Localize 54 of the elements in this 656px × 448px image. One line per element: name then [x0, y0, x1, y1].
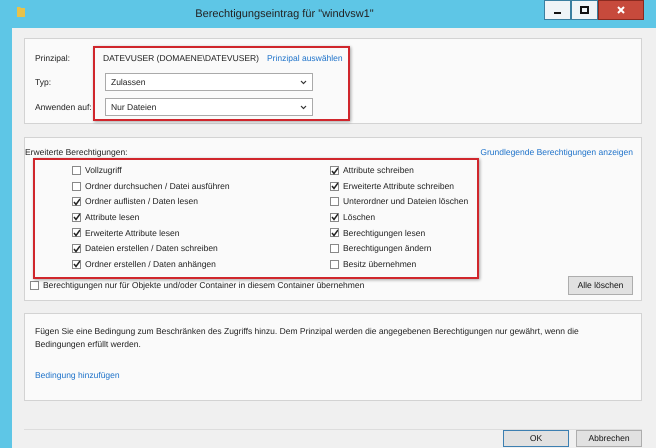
cancel-button[interactable]: Abbrechen	[576, 430, 642, 447]
add-condition-link[interactable]: Bedingung hinzufügen	[35, 369, 120, 382]
checkbox-label: Berechtigungen nur für Objekte und/oder Container in diesem Container übernehmen	[43, 279, 364, 292]
checkbox[interactable]	[330, 166, 339, 176]
chevron-down-icon	[300, 80, 307, 84]
checkbox[interactable]	[330, 228, 339, 238]
checkbox[interactable]	[72, 244, 81, 254]
basic-permissions-link[interactable]: Grundlegende Berechtigungen anzeigen	[480, 146, 633, 159]
section-label: Erweiterte Berechtigungen:	[25, 146, 128, 159]
checkbox-label: Vollzugriff	[85, 164, 122, 177]
checkbox-label: Erweiterte Attribute schreiben	[343, 180, 454, 193]
condition-description: Fügen Sie eine Bedingung zum Beschränken des Zugriffs hinzu. Dem Prinzipal werden die angegebenen Berechtigungen nur gewährt, wenn die Bedingungen erfüllt werden.	[35, 325, 580, 351]
checkbox[interactable]	[72, 228, 81, 238]
ok-button[interactable]: OK	[503, 430, 569, 447]
minimize-icon	[554, 12, 561, 14]
field-label: Prinzipal:	[35, 52, 71, 64]
checkbox-label: Berechtigungen lesen	[343, 226, 426, 240]
checkbox-label: Ordner auflisten / Daten lesen	[85, 195, 198, 208]
checkbox-label: Erweiterte Attribute lesen	[85, 226, 180, 240]
principal-name: DATEVUSER (DOMAENE\DATEVUSER)	[103, 52, 260, 64]
checkbox-label: Dateien erstellen / Daten schreiben	[85, 242, 218, 255]
maximize-button[interactable]	[571, 0, 598, 20]
checkbox-label: Attribute lesen	[85, 210, 140, 224]
dropdown[interactable]: Nur Dateien	[105, 98, 313, 116]
checkbox[interactable]	[72, 260, 81, 269]
checkbox[interactable]	[72, 197, 81, 206]
chevron-down-icon	[300, 104, 307, 110]
field-label: Typ:	[35, 76, 52, 88]
window-title: Berechtigungseintrag für "windvsw1"	[194, 7, 375, 22]
checkbox[interactable]	[72, 166, 81, 176]
checkbox-label: Attribute schreiben	[343, 164, 414, 177]
folder-icon	[17, 6, 25, 17]
select-principal-link[interactable]: Prinzipal auswählen	[267, 52, 343, 64]
checkbox-label: Ordner erstellen / Daten anhängen	[85, 258, 216, 270]
checkbox[interactable]	[72, 182, 81, 191]
checkbox[interactable]	[330, 182, 339, 191]
checkbox[interactable]	[330, 260, 339, 269]
maximize-icon	[580, 6, 589, 14]
checkbox[interactable]	[72, 212, 81, 222]
clear-all-button[interactable]: Alle löschen	[568, 276, 633, 295]
checkbox-label: Berechtigungen ändern	[343, 242, 432, 255]
minimize-button[interactable]	[544, 0, 571, 20]
checkbox[interactable]	[30, 280, 39, 290]
dropdown[interactable]: Zulassen	[105, 73, 313, 91]
field-label: Anwenden auf:	[35, 100, 93, 114]
checkbox-label: Unterordner und Dateien löschen	[343, 195, 468, 208]
checkbox[interactable]	[330, 212, 339, 222]
checkbox[interactable]	[330, 197, 339, 206]
checkbox-label: Ordner durchsuchen / Datei ausführen	[85, 180, 230, 193]
checkbox-label: Löschen	[343, 210, 376, 224]
checkbox-label: Besitz übernehmen	[343, 258, 416, 270]
checkbox[interactable]	[330, 244, 339, 254]
close-button[interactable]	[598, 0, 644, 20]
close-icon	[616, 5, 626, 15]
